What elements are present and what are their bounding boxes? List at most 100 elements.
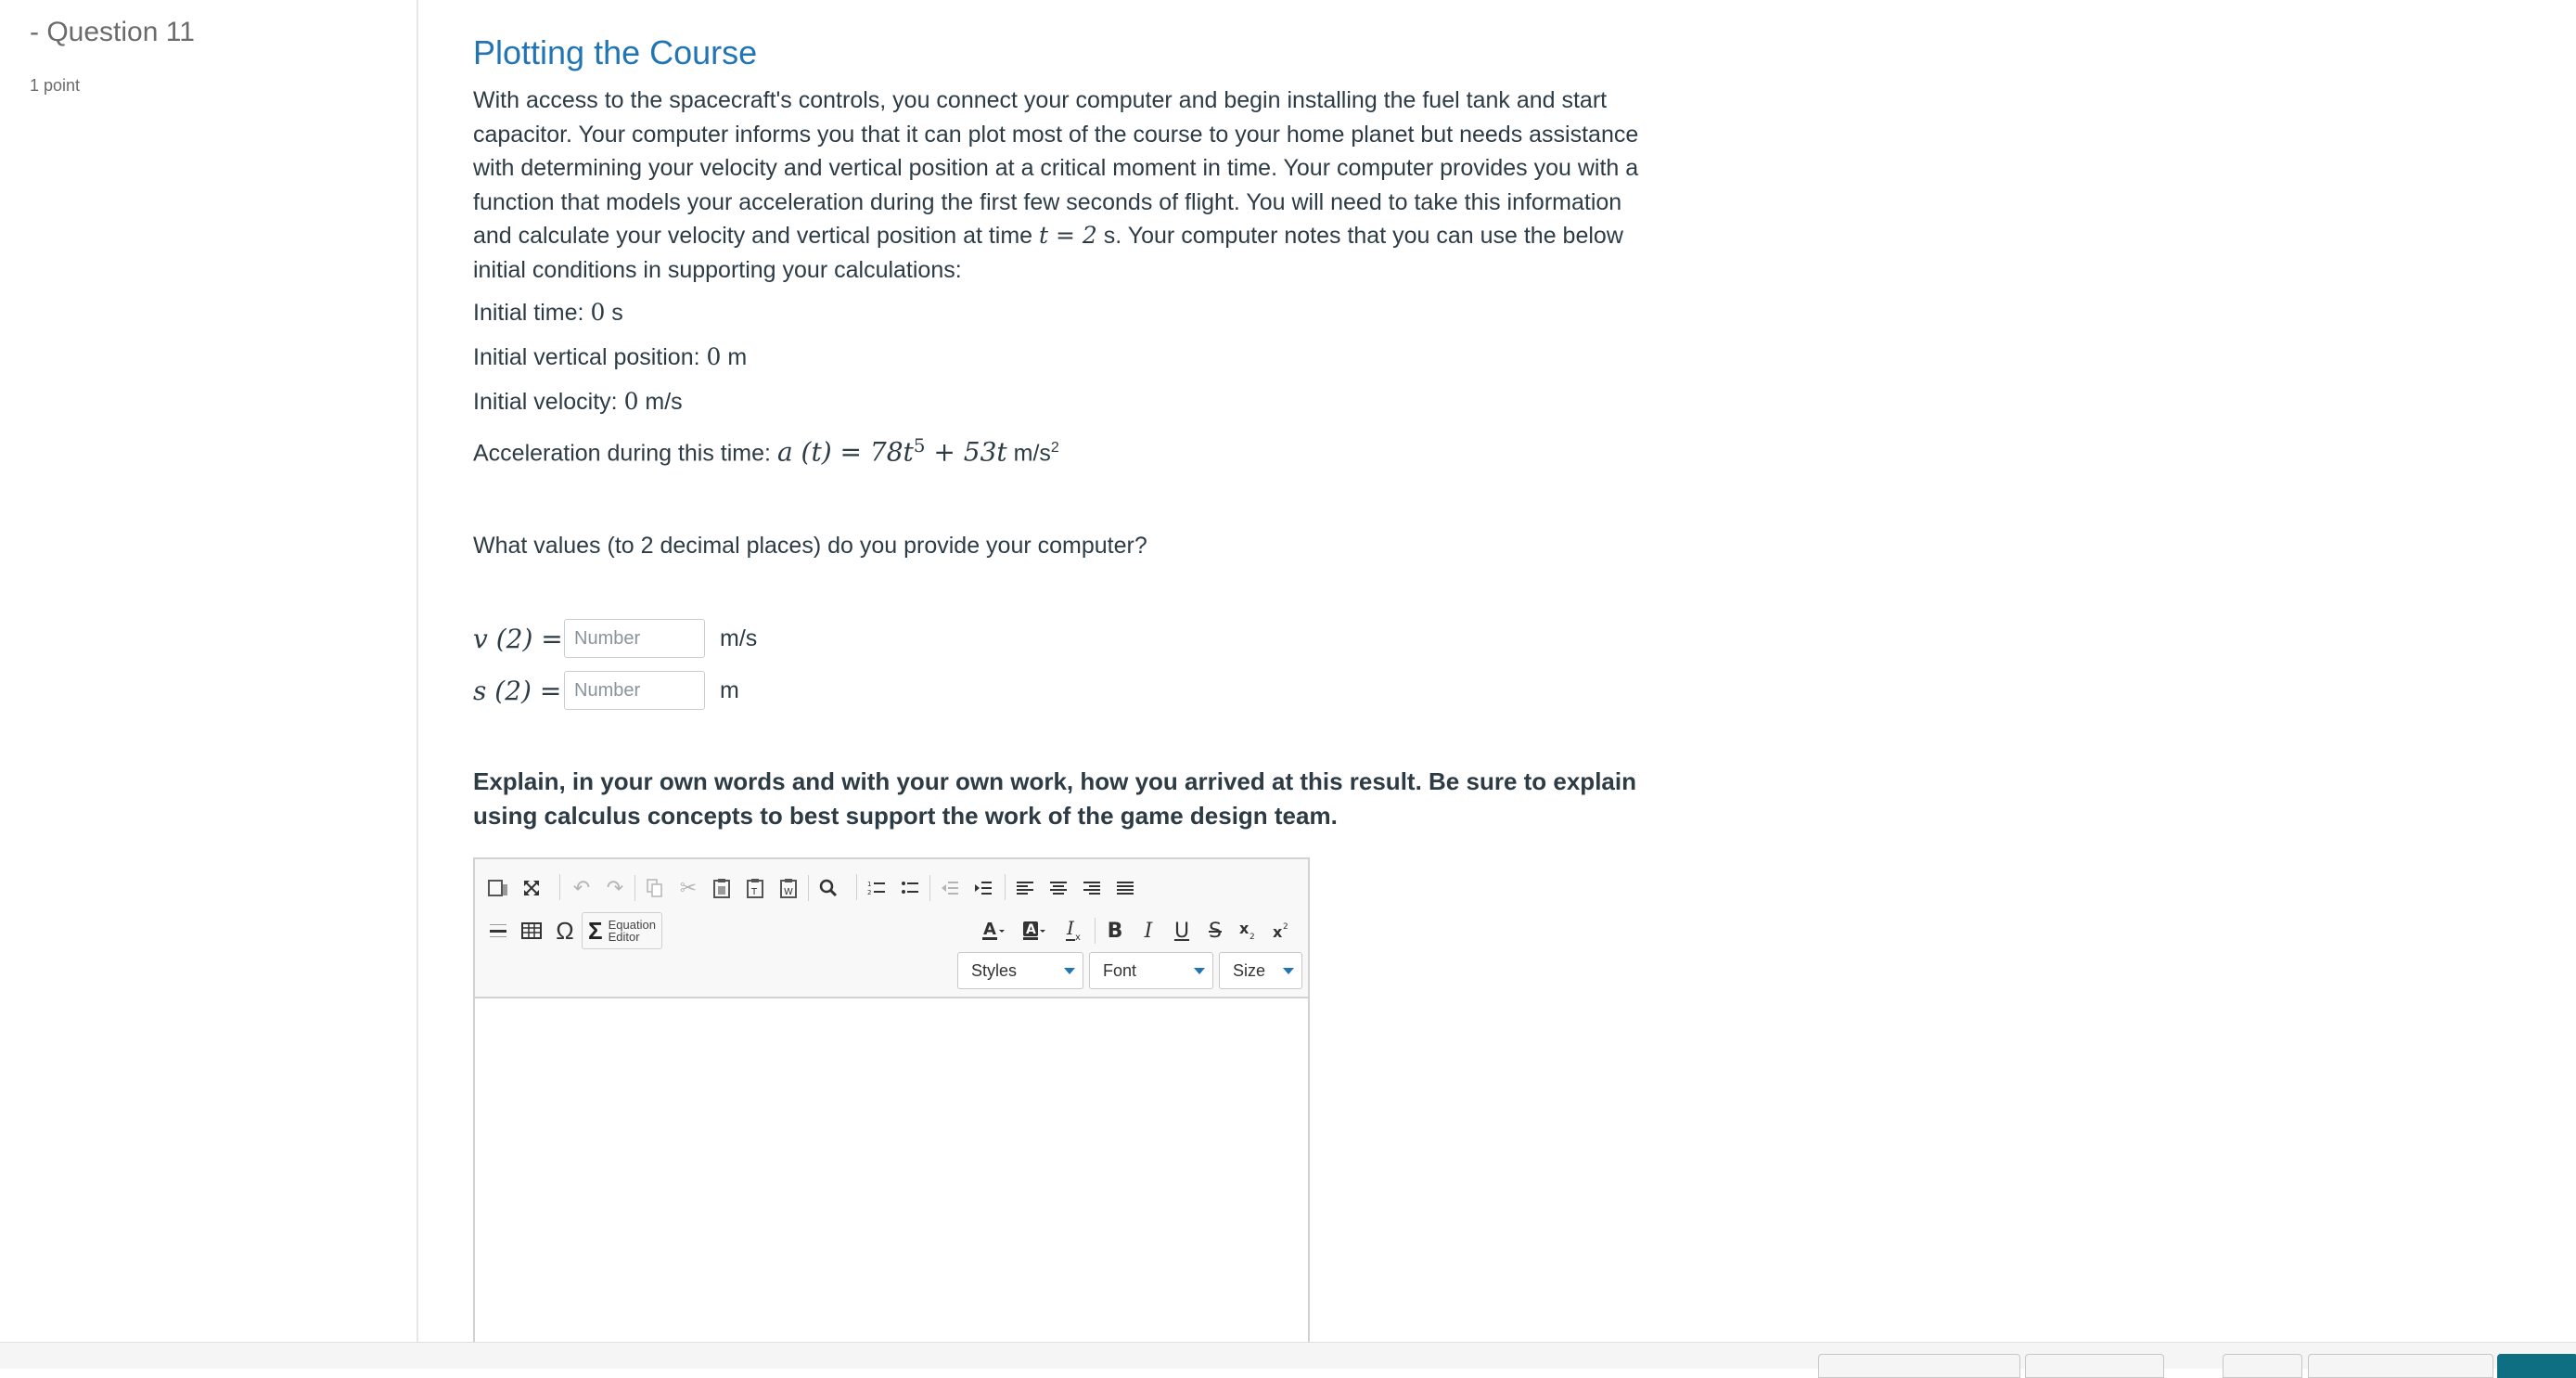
indent-icon[interactable] [967,871,1000,905]
cut-icon[interactable]: ✂ [672,871,705,905]
superscript-icon[interactable]: x2 [1265,914,1299,947]
svg-text:2: 2 [1283,922,1288,932]
align-center-icon[interactable] [1042,871,1075,905]
velocity-unit: m/s [720,625,758,651]
bg-color-icon[interactable]: A [1018,914,1058,947]
question-title[interactable]: - Question 11 [30,17,195,48]
initial-time: Initial time: 0 s [473,299,623,327]
footer-button-2[interactable] [2025,1354,2164,1378]
initial-time-label: Initial time: [473,300,591,326]
svg-text:x: x [1273,923,1283,941]
chevron-down-icon [1064,968,1075,974]
position-lhs: s (2) = [473,675,562,706]
align-left-icon[interactable] [1008,871,1042,905]
initial-position: Initial vertical position: 0 m [473,343,747,371]
numbered-list-icon[interactable]: 12 [860,871,893,905]
undo-icon[interactable]: ↶ [565,871,598,905]
acceleration-rhs: + 53t [925,436,1007,468]
toolbar-group-colors: A A Ix B I U S x2 x2 [976,911,1300,950]
chevron-down-icon [1283,968,1294,974]
footer-button-4[interactable] [2308,1354,2493,1378]
paste-text-icon[interactable]: T [738,871,772,905]
svg-text:2: 2 [867,889,871,896]
paste-icon[interactable] [705,871,738,905]
footer-button-1[interactable] [1818,1354,2020,1378]
initial-position-unit: m [721,344,748,370]
size-dropdown[interactable]: Size [1219,952,1302,989]
position-input[interactable] [564,671,705,710]
initial-velocity-value: 0 [623,388,639,415]
acceleration-unit: m/s [1006,440,1051,467]
velocity-input[interactable] [564,619,705,658]
initial-velocity-label: Initial velocity: [473,389,624,415]
italic-icon[interactable]: I [1132,914,1165,947]
bold-icon[interactable]: B [1098,914,1132,947]
question-points: 1 point [30,76,81,95]
source-icon[interactable] [481,871,515,905]
position-answer-row: s (2) = m [473,670,739,711]
maximize-icon[interactable] [515,871,548,905]
question-intro: With access to the spacecraft's controls… [473,84,1642,287]
initial-time-value: 0 [590,299,606,326]
paste-word-icon[interactable]: W [772,871,805,905]
underline-icon[interactable]: U [1165,914,1198,947]
strike-icon[interactable]: S [1198,914,1232,947]
subscript-icon[interactable]: x2 [1232,914,1265,947]
toolbar-group-document [481,869,549,908]
copy-icon[interactable] [638,871,672,905]
table-icon[interactable] [515,914,548,947]
chevron-down-icon [1194,968,1205,974]
initial-position-label: Initial vertical position: [473,344,707,370]
toolbar-separator [808,875,809,901]
justify-icon[interactable] [1109,871,1142,905]
toolbar-group-insert: Ω Σ Equation Editor [481,911,663,950]
velocity-lhs: v (2) = [473,623,563,654]
horizontal-rule-icon[interactable] [481,914,515,947]
equation-editor-button[interactable]: Σ Equation Editor [582,912,662,949]
svg-text:A: A [983,920,996,939]
question-heading: Plotting the Course [473,33,758,71]
editor-content-area[interactable] [475,998,1308,1357]
position-unit: m [720,676,739,703]
equation-editor-label: Equation Editor [609,919,656,943]
footer-bar [0,1342,2576,1378]
align-right-icon[interactable] [1075,871,1109,905]
text-color-icon[interactable]: A [977,914,1018,947]
svg-text:x: x [1239,921,1250,937]
outdent-icon[interactable] [933,871,967,905]
special-char-icon[interactable]: Ω [548,914,582,947]
styles-dropdown[interactable]: Styles [957,952,1083,989]
acceleration: Acceleration during this time: a (t) = 7… [473,434,1059,467]
equation-editor-label-2: Editor [608,930,640,944]
toolbar-separator [559,874,560,900]
toolbar-group-align [1007,869,1143,908]
font-dropdown[interactable]: Font [1089,952,1213,989]
svg-text:W: W [784,887,793,897]
svg-text:I: I [1066,920,1075,939]
initial-velocity-unit: m/s [638,389,683,415]
toolbar-group-clipboard: ↶ ↷ ✂ T W [564,869,846,908]
toolbar-separator [1095,918,1096,944]
svg-text:2: 2 [1250,933,1255,941]
toolbar-separator [634,875,635,901]
bulleted-list-icon[interactable] [893,871,927,905]
toolbar-group-lists: 12 [859,869,1001,908]
footer-primary-button[interactable] [2497,1354,2576,1378]
footer-button-3[interactable] [2223,1354,2302,1378]
redo-icon[interactable]: ↷ [598,871,632,905]
equation-icon: Σ [588,916,603,945]
remove-format-icon[interactable]: Ix [1058,914,1092,947]
acceleration-label: Acceleration during this time: [473,440,777,467]
explain-prompt: Explain, in your own words and with your… [473,767,1636,830]
acceleration-unit-exp: 2 [1050,440,1059,456]
svg-text:x: x [1075,933,1081,942]
editor-toolbar: ↶ ↷ ✂ T W 1 2 Ω Σ Equation Editor A A I … [475,859,1308,998]
velocity-answer-row: v (2) = m/s [473,618,757,659]
svg-text:A: A [1026,922,1036,937]
size-dropdown-label: Size [1233,960,1266,980]
question-sidebar: - Question 11 1 point [0,0,418,1342]
acceleration-lhs: a (t) = 78t [776,436,914,468]
toolbar-separator [929,875,930,901]
find-icon[interactable] [812,871,845,905]
initial-position-value: 0 [706,343,722,370]
